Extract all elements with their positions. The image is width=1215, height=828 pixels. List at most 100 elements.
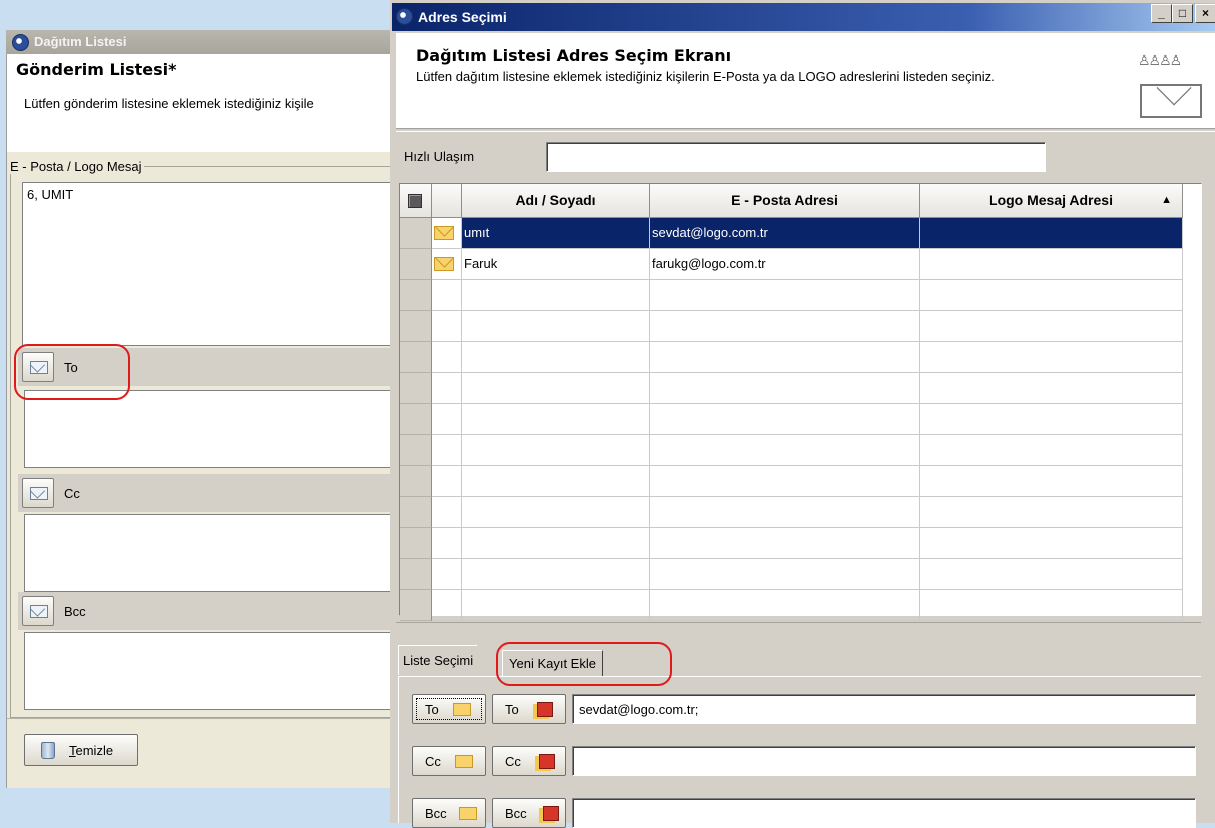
to-recipients-box[interactable] (24, 390, 398, 468)
empty-cell[interactable] (650, 528, 920, 559)
cell-name[interactable]: Faruk (462, 249, 650, 280)
bcc-email-button[interactable]: Bcc (412, 798, 486, 828)
empty-cell[interactable] (462, 342, 650, 373)
cell-logo[interactable] (920, 249, 1183, 280)
cc-email-button-label: Cc (425, 754, 441, 769)
row-selector[interactable] (400, 404, 432, 435)
row-icon-cell (432, 528, 462, 559)
cc-strip: Cc (18, 474, 398, 512)
empty-cell[interactable] (920, 497, 1183, 528)
bcc-address-book-button[interactable] (22, 596, 54, 626)
empty-cell[interactable] (462, 435, 650, 466)
cell-email[interactable]: farukg@logo.com.tr (650, 249, 920, 280)
empty-cell[interactable] (650, 559, 920, 590)
row-selector[interactable] (400, 280, 432, 311)
cc-recipients-box[interactable] (24, 514, 398, 592)
empty-cell[interactable] (920, 404, 1183, 435)
row-selector[interactable] (400, 466, 432, 497)
empty-cell[interactable] (650, 497, 920, 528)
empty-cell[interactable] (920, 466, 1183, 497)
empty-cell[interactable] (920, 559, 1183, 590)
annotation-highlight-tab (496, 642, 672, 686)
row-selector[interactable] (400, 218, 432, 249)
empty-cell[interactable] (462, 280, 650, 311)
empty-cell[interactable] (920, 280, 1183, 311)
column-header-email[interactable]: E - Posta Adresi (650, 184, 920, 218)
empty-cell[interactable] (920, 311, 1183, 342)
empty-cell[interactable] (650, 311, 920, 342)
empty-cell[interactable] (650, 342, 920, 373)
row-selector[interactable] (400, 311, 432, 342)
empty-cell[interactable] (920, 528, 1183, 559)
logo-address-book-icon (537, 702, 553, 717)
cell-email[interactable]: sevdat@logo.com.tr (650, 218, 920, 249)
back-window-titlebar[interactable]: Dağıtım Listesi (6, 30, 396, 54)
quick-access-label: Hızlı Ulaşım (404, 149, 475, 164)
row-selector[interactable] (400, 528, 432, 559)
empty-cell[interactable] (650, 435, 920, 466)
empty-cell[interactable] (462, 590, 650, 621)
empty-cell[interactable] (650, 466, 920, 497)
sort-ascending-icon: ▲ (1161, 194, 1172, 206)
dialog-titlebar[interactable]: Adres Seçimi (392, 3, 1215, 31)
to-email-button-label: To (425, 702, 439, 717)
empty-cell[interactable] (920, 435, 1183, 466)
row-selector[interactable] (400, 342, 432, 373)
empty-cell[interactable] (920, 373, 1183, 404)
cc-address-field[interactable] (572, 746, 1196, 776)
row-icon-cell (432, 404, 462, 435)
icon-column-header (432, 184, 462, 218)
empty-cell[interactable] (650, 590, 920, 621)
empty-cell[interactable] (462, 528, 650, 559)
row-selector[interactable] (400, 249, 432, 280)
empty-cell[interactable] (650, 280, 920, 311)
cell-logo[interactable] (920, 218, 1183, 249)
logo-address-book-icon (539, 754, 555, 769)
contacts-icon: ♙♙♙♙ (1138, 52, 1182, 68)
recycle-bin-icon (41, 742, 55, 759)
empty-cell[interactable] (462, 497, 650, 528)
to-email-button[interactable]: To (412, 694, 486, 724)
bcc-address-field[interactable] (572, 798, 1196, 828)
tab-liste-secimi[interactable]: Liste Seçimi (398, 645, 478, 675)
column-header-name[interactable]: Adı / Soyadı (462, 184, 650, 218)
empty-cell[interactable] (920, 342, 1183, 373)
address-book-icon (30, 605, 48, 618)
empty-cell[interactable] (462, 311, 650, 342)
mail-icon (434, 226, 454, 240)
message-recipients-box[interactable]: 6, UMIT (22, 182, 398, 346)
bcc-logo-button[interactable]: Bcc (492, 798, 566, 828)
row-selector[interactable] (400, 559, 432, 590)
to-logo-button[interactable]: To (492, 694, 566, 724)
select-all-checkbox[interactable] (400, 184, 432, 218)
row-selector[interactable] (400, 590, 432, 621)
email-envelope-icon (459, 807, 477, 820)
row-icon-cell (432, 280, 462, 311)
message-group-label: E - Posta / Logo Mesaj (10, 159, 144, 174)
to-address-field[interactable]: sevdat@logo.com.tr; (572, 694, 1196, 724)
empty-cell[interactable] (462, 466, 650, 497)
empty-cell[interactable] (650, 373, 920, 404)
minimize-button[interactable]: _ (1151, 4, 1172, 23)
dialog-header-title: Dağıtım Listesi Adres Seçim Ekranı (416, 46, 732, 65)
empty-cell[interactable] (462, 404, 650, 435)
row-icon-cell (432, 311, 462, 342)
cc-address-book-button[interactable] (22, 478, 54, 508)
maximize-button[interactable]: □ (1172, 4, 1193, 23)
column-header-logo-address[interactable]: Logo Mesaj Adresi ▲ (920, 184, 1183, 218)
cc-logo-button[interactable]: Cc (492, 746, 566, 776)
row-selector[interactable] (400, 373, 432, 404)
cell-name[interactable]: umıt (462, 218, 650, 249)
bcc-recipients-box[interactable] (24, 632, 398, 710)
row-selector[interactable] (400, 435, 432, 466)
clear-button[interactable]: Temizle (24, 734, 138, 766)
empty-cell[interactable] (462, 559, 650, 590)
row-icon-cell (432, 559, 462, 590)
empty-cell[interactable] (920, 590, 1183, 621)
empty-cell[interactable] (650, 404, 920, 435)
cc-email-button[interactable]: Cc (412, 746, 486, 776)
close-button[interactable]: × (1195, 4, 1215, 23)
empty-cell[interactable] (462, 373, 650, 404)
row-selector[interactable] (400, 497, 432, 528)
quick-access-input[interactable] (546, 142, 1046, 172)
